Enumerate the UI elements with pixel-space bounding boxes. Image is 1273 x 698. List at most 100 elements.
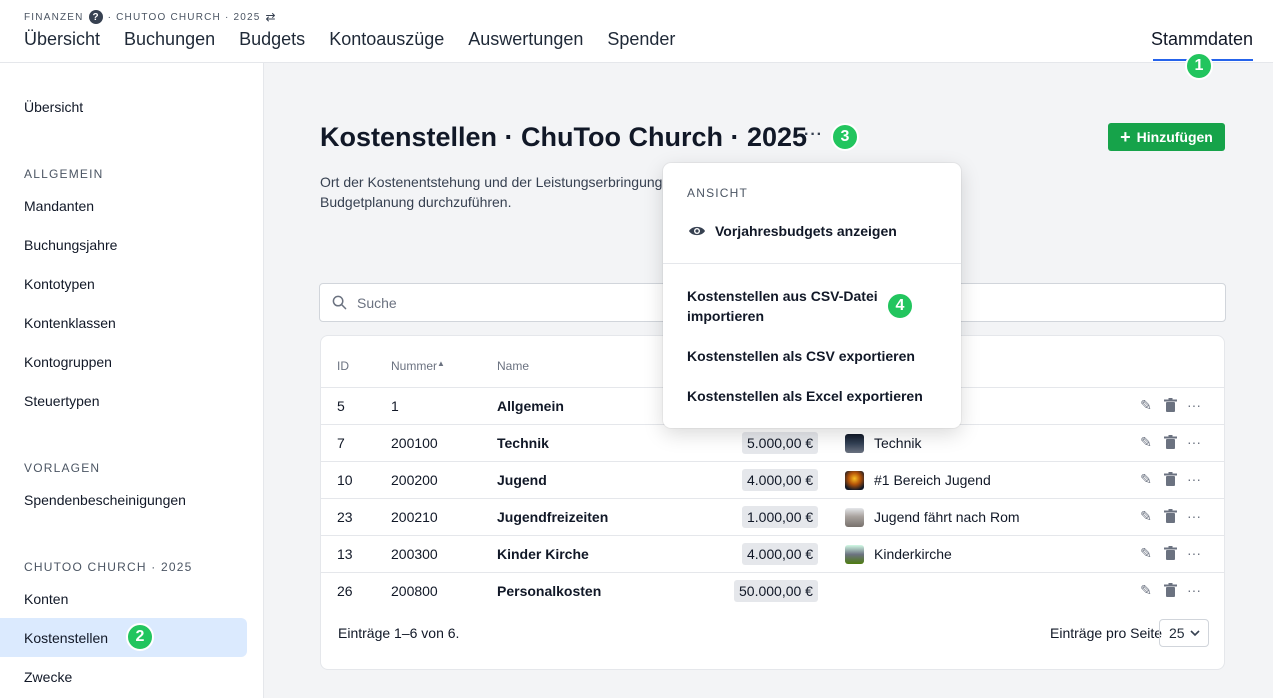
options-dropdown-menu: ANSICHT Vorjahresbudgets anzeigen Kosten… — [663, 163, 961, 428]
per-page-select[interactable]: 25 — [1159, 619, 1209, 647]
sidebar-item-clients[interactable]: Mandanten — [24, 198, 94, 214]
more-options-icon[interactable]: ··· — [804, 126, 823, 144]
purpose-link[interactable]: Technik — [874, 435, 921, 451]
sidebar-item-donation-receipts[interactable]: Spendenbescheinigungen — [24, 492, 186, 508]
row-name[interactable]: Technik — [497, 435, 549, 451]
row-number: 200300 — [391, 546, 438, 562]
more-icon[interactable]: ··· — [1185, 470, 1203, 488]
row-actions: ✎ ··· — [1137, 581, 1203, 599]
menu-item-export-excel[interactable]: Kostenstellen als Excel exportieren — [687, 386, 923, 406]
purpose-link[interactable]: Kinderkirche — [874, 546, 952, 562]
nav-item-bookings[interactable]: Buchungen — [124, 29, 215, 50]
sidebar-group-templates: VORLAGEN — [24, 461, 101, 475]
more-icon[interactable]: ··· — [1185, 544, 1203, 562]
import-csv-line-2: importieren — [687, 308, 765, 324]
top-header: FINANZEN ? · CHUTOO CHURCH · 2025 ⇄ Über… — [0, 0, 1273, 63]
column-header-number-label: Nummer — [391, 359, 438, 373]
step-badge-1: 1 — [1185, 52, 1213, 80]
purpose-thumbnail — [845, 471, 864, 490]
menu-divider — [663, 263, 961, 264]
table-row[interactable]: 26 200800 Personalkosten 50.000,00 € ✎ ·… — [321, 572, 1224, 609]
nav-item-master-data[interactable]: Stammdaten — [1151, 29, 1253, 50]
trash-icon[interactable] — [1161, 396, 1179, 414]
purpose-thumbnail — [845, 434, 864, 453]
trash-icon[interactable] — [1161, 433, 1179, 451]
sidebar-item-tax-types[interactable]: Steuertypen — [24, 393, 100, 409]
table-row[interactable]: 10 200200 Jugend 4.000,00 € #1 Bereich J… — [321, 461, 1224, 498]
menu-section-view: ANSICHT — [687, 186, 749, 200]
breadcrumb-section[interactable]: FINANZEN — [24, 12, 84, 23]
nav-item-budgets[interactable]: Budgets — [239, 29, 305, 50]
switch-context-icon[interactable]: ⇄ — [266, 10, 276, 24]
more-icon[interactable]: ··· — [1185, 507, 1203, 525]
trash-icon[interactable] — [1161, 581, 1179, 599]
more-icon[interactable]: ··· — [1185, 433, 1203, 451]
row-id: 23 — [337, 509, 353, 525]
trash-icon[interactable] — [1161, 507, 1179, 525]
import-csv-line-1: Kostenstellen aus CSV-Datei — [687, 288, 878, 304]
nav-item-reports[interactable]: Auswertungen — [468, 29, 583, 50]
sidebar-item-booking-years[interactable]: Buchungsjahre — [24, 237, 117, 253]
column-header-number[interactable]: Nummer▲ — [391, 359, 445, 373]
sidebar-item-accounts[interactable]: Konten — [24, 591, 68, 607]
budget-amount: 5.000,00 € — [742, 432, 819, 454]
row-number: 200210 — [391, 509, 438, 525]
purpose-link[interactable]: Jugend fährt nach Rom — [874, 509, 1020, 525]
nav-item-statements[interactable]: Kontoauszüge — [329, 29, 444, 50]
column-header-name[interactable]: Name — [497, 359, 529, 373]
page-title: Kostenstellen · ChuToo Church · 2025 — [320, 122, 808, 152]
breadcrumb-context[interactable]: · CHUTOO CHURCH · 2025 — [108, 12, 261, 23]
row-name[interactable]: Jugend — [497, 472, 547, 488]
trash-icon[interactable] — [1161, 470, 1179, 488]
edit-icon[interactable]: ✎ — [1137, 507, 1155, 525]
budget-amount: 50.000,00 € — [734, 580, 818, 602]
row-id: 13 — [337, 546, 353, 562]
breadcrumb: FINANZEN ? · CHUTOO CHURCH · 2025 ⇄ — [24, 10, 276, 24]
sidebar-item-cost-centers[interactable]: Kostenstellen — [24, 630, 108, 646]
nav-item-donors[interactable]: Spender — [607, 29, 675, 50]
purpose-link[interactable]: #1 Bereich Jugend — [874, 472, 991, 488]
sidebar-group-general: ALLGEMEIN — [24, 167, 104, 181]
sidebar-item-account-classes[interactable]: Kontenklassen — [24, 315, 116, 331]
search-icon — [332, 295, 347, 310]
table-row[interactable]: 13 200300 Kinder Kirche 4.000,00 € Kinde… — [321, 535, 1224, 572]
plus-icon: + — [1120, 127, 1131, 147]
purpose-thumbnail — [845, 508, 864, 527]
row-actions: ✎ ··· — [1137, 544, 1203, 562]
sidebar: Übersicht ALLGEMEIN Mandanten Buchungsja… — [0, 63, 264, 698]
row-number: 200800 — [391, 583, 438, 599]
add-button-label: Hinzufügen — [1136, 129, 1213, 145]
menu-item-export-csv[interactable]: Kostenstellen als CSV exportieren — [687, 346, 915, 366]
row-id: 7 — [337, 435, 345, 451]
row-name[interactable]: Jugendfreizeiten — [497, 509, 608, 525]
edit-icon[interactable]: ✎ — [1137, 544, 1155, 562]
sidebar-item-account-types[interactable]: Kontotypen — [24, 276, 95, 292]
row-name[interactable]: Kinder Kirche — [497, 546, 589, 562]
edit-icon[interactable]: ✎ — [1137, 581, 1155, 599]
table-row[interactable]: 7 200100 Technik 5.000,00 € Technik ✎ ··… — [321, 424, 1224, 461]
pagination-summary: Einträge 1–6 von 6. — [338, 625, 460, 641]
sidebar-item-overview[interactable]: Übersicht — [24, 99, 83, 115]
row-id: 5 — [337, 398, 345, 414]
menu-item-show-previous-budgets[interactable]: Vorjahresbudgets anzeigen — [715, 221, 897, 241]
edit-icon[interactable]: ✎ — [1137, 396, 1155, 414]
budget-amount: 4.000,00 € — [742, 543, 819, 565]
menu-item-import-csv[interactable]: Kostenstellen aus CSV-Datei importieren — [687, 286, 878, 326]
help-icon[interactable]: ? — [88, 10, 103, 24]
more-icon[interactable]: ··· — [1185, 396, 1203, 414]
nav-item-overview[interactable]: Übersicht — [24, 29, 100, 50]
sidebar-item-purposes[interactable]: Zwecke — [24, 669, 72, 685]
add-button[interactable]: + Hinzufügen — [1108, 123, 1225, 151]
row-name[interactable]: Allgemein — [497, 398, 564, 414]
edit-icon[interactable]: ✎ — [1137, 433, 1155, 451]
row-name[interactable]: Personalkosten — [497, 583, 601, 599]
description-line-2: Budgetplanung durchzuführen. — [320, 194, 512, 210]
sidebar-item-account-groups[interactable]: Kontogruppen — [24, 354, 112, 370]
edit-icon[interactable]: ✎ — [1137, 470, 1155, 488]
row-id: 26 — [337, 583, 353, 599]
trash-icon[interactable] — [1161, 544, 1179, 562]
table-row[interactable]: 23 200210 Jugendfreizeiten 1.000,00 € Ju… — [321, 498, 1224, 535]
budget-amount: 1.000,00 € — [742, 506, 819, 528]
column-header-id[interactable]: ID — [337, 359, 349, 373]
more-icon[interactable]: ··· — [1185, 581, 1203, 599]
